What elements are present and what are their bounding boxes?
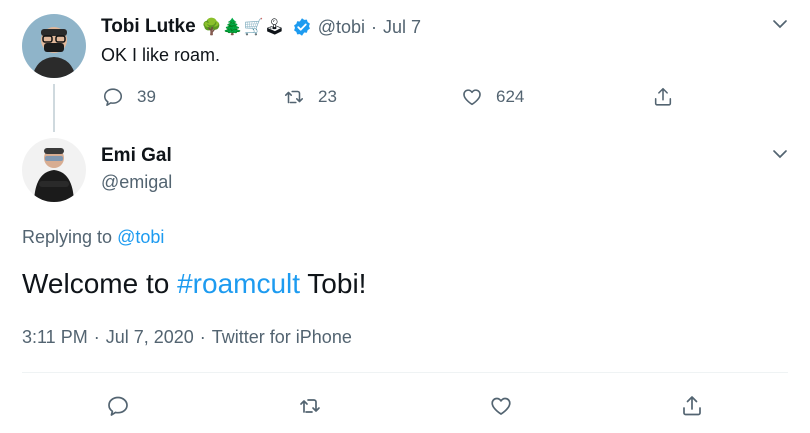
retweet-icon [300,399,320,413]
share-button[interactable] [652,86,674,108]
author-name-emigal[interactable]: Emi Gal [101,145,172,167]
reply-button[interactable]: 39 [102,86,156,108]
avatar-emigal[interactable] [22,138,86,202]
tweet-time[interactable]: 3:11 PM [22,327,88,348]
tweet-full-date[interactable]: Jul 7, 2020 [106,327,194,348]
like-count: 624 [496,87,525,106]
retweet-button-bottom[interactable] [298,394,322,418]
divider [22,372,788,373]
tweet-source[interactable]: Twitter for iPhone [212,327,352,348]
replying-to: Replying to @tobi [22,227,164,248]
reply-more-options-chevron-icon[interactable] [772,146,788,167]
replying-to-label: Replying to [22,227,113,247]
replying-to-handle-link[interactable]: @tobi [117,227,164,247]
tweet-text-tobi: OK I like roam. [101,45,221,65]
meta-separator: · [199,327,206,347]
share-icon [654,87,672,106]
reply-icon [108,396,128,416]
tweet-text-part: Tobi! [300,268,367,299]
heart-icon [463,89,481,106]
handle-emigal[interactable]: @emigal [101,172,172,193]
tweet-meta: 3:11 PM · Jul 7, 2020 · Twitter for iPho… [22,327,352,348]
heart-icon [491,397,511,415]
avatar-tobi[interactable] [22,14,86,78]
tweet-text-part: Welcome to [22,268,178,299]
thread-line [53,84,55,132]
hashtag-link[interactable]: #roamcult [177,268,300,299]
like-button[interactable]: 624 [461,86,524,108]
tweet-header: Tobi Lutke 🌳🌲🛒🕹 @tobi · Jul 7 [101,14,421,40]
tweet-date[interactable]: Jul 7 [383,17,421,38]
reply-tweet-text: Welcome to #roamcult Tobi! [22,268,366,300]
retweet-icon [284,90,304,104]
meta-separator: · [93,327,100,347]
verified-badge-icon [292,17,312,37]
reply-button-bottom[interactable] [106,394,130,418]
name-emojis: 🌳🌲🛒🕹 [201,19,286,36]
handle-tobi[interactable]: @tobi [318,17,365,38]
reply-icon [103,88,123,107]
like-button-bottom[interactable] [489,394,513,418]
reply-count: 39 [137,87,156,106]
retweet-count: 23 [318,87,337,106]
more-options-chevron-icon[interactable] [772,16,788,37]
share-icon [683,396,701,416]
share-button-bottom[interactable] [680,394,704,418]
author-name-tobi[interactable]: Tobi Lutke [101,16,196,38]
separator-dot: · [371,16,378,37]
retweet-button[interactable]: 23 [283,86,337,108]
